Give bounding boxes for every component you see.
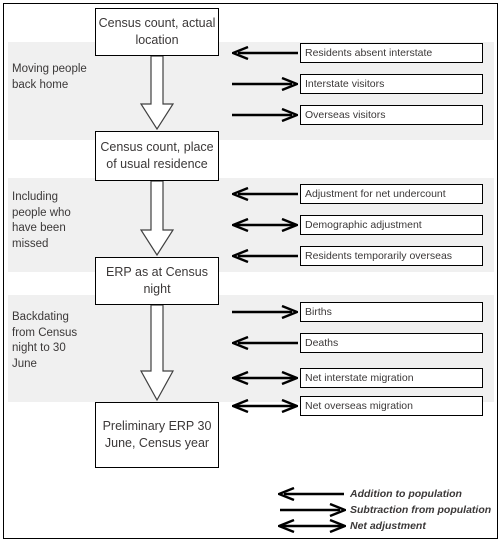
flow-arrow-down-3 (139, 304, 175, 407)
adjustment-box-births: Births (300, 302, 483, 322)
adjustment-arrow-residents-absent-interstate (229, 45, 298, 61)
double-arrow-icon (275, 518, 349, 534)
node-census-count-actual-location: Census count, actual location (95, 8, 219, 56)
adjustment-box-demographic-adjustment: Demographic adjustment (300, 215, 483, 235)
adjustment-arrow-net-overseas-migration (229, 398, 301, 414)
adjustment-box-net-overseas-migration: Net overseas migration (300, 396, 483, 416)
adjustment-arrow-demographic-adjustment (229, 217, 301, 233)
adjustment-arrow-net-undercount (229, 186, 298, 202)
legend-label-addition: Addition to population (350, 488, 462, 500)
legend-label-net-adjustment: Net adjustment (350, 520, 426, 532)
adjustment-box-net-interstate-migration: Net interstate migration (300, 368, 483, 388)
left-arrow-icon (275, 486, 346, 502)
adjustment-box-residents-absent-interstate: Residents absent interstate (300, 43, 483, 63)
legend-row-net-adjustment: Net adjustment (275, 518, 493, 534)
node-preliminary-erp: Preliminary ERP 30 June, Census year (95, 402, 219, 468)
adjustment-box-residents-temporarily-overseas: Residents temporarily overseas (300, 246, 483, 266)
right-arrow-icon (278, 502, 349, 518)
legend-row-addition: Addition to population (275, 486, 493, 502)
node-erp-at-census-night: ERP as at Census night (95, 257, 219, 305)
adjustment-arrow-residents-temporarily-overseas (229, 248, 298, 264)
adjustment-arrow-interstate-visitors (232, 76, 301, 92)
adjustment-box-interstate-visitors: Interstate visitors (300, 74, 483, 94)
legend-row-subtraction: Subtraction from population (278, 502, 493, 518)
flow-arrow-down-2 (139, 180, 175, 262)
legend: Addition to population Subtraction from … (275, 486, 493, 534)
adjustment-box-deaths: Deaths (300, 333, 483, 353)
stage-label-including-people-missed: Including people who have been missed (12, 191, 71, 250)
stage-label-backdating: Backdating from Census night to 30 June (12, 311, 78, 370)
adjustment-arrow-deaths (229, 335, 298, 351)
node-census-count-usual-residence: Census count, place of usual residence (95, 131, 219, 181)
stage-label-moving-people-back-home: Moving people back home (12, 63, 87, 91)
adjustment-box-overseas-visitors: Overseas visitors (300, 105, 483, 125)
adjustment-box-net-undercount: Adjustment for net undercount (300, 184, 483, 204)
legend-label-subtraction: Subtraction from population (350, 504, 492, 516)
adjustment-arrow-net-interstate-migration (229, 370, 301, 386)
adjustment-arrow-overseas-visitors (232, 107, 301, 123)
flow-arrow-down-1 (139, 55, 175, 136)
adjustment-arrow-births (232, 304, 301, 320)
flowchart-diagram: Moving people back home Including people… (0, 0, 502, 542)
